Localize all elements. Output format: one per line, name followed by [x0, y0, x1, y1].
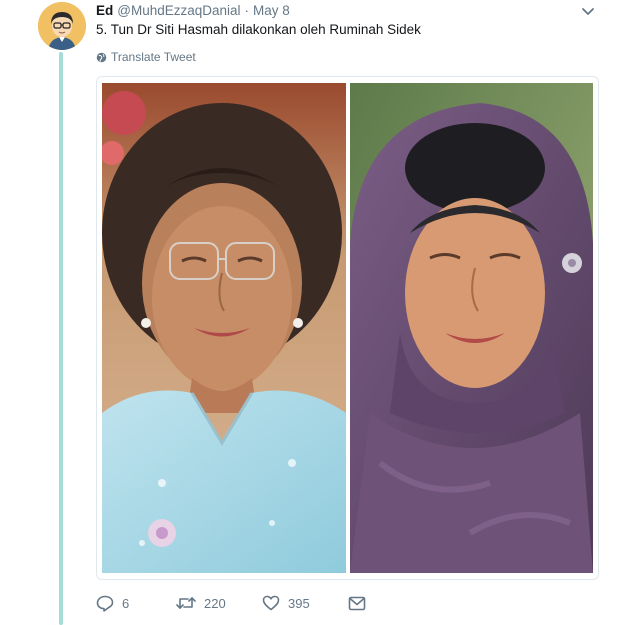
tweet-header: Ed @MuhdEzzaqDanial · May 8: [96, 2, 290, 20]
tweet-text: 5. Tun Dr Siti Hasmah dilakonkan oleh Ru…: [96, 22, 421, 37]
reply-count: 6: [122, 595, 130, 611]
direct-message-button[interactable]: [348, 596, 378, 611]
chevron-down-icon[interactable]: [580, 3, 596, 19]
like-button[interactable]: 395: [262, 595, 348, 611]
author-name[interactable]: Ed: [96, 3, 113, 18]
thread-line: [59, 52, 63, 625]
heart-icon: [262, 595, 280, 611]
brooch: [148, 519, 176, 547]
translate-label: Translate Tweet: [111, 50, 196, 64]
reply-icon: [96, 595, 114, 612]
retweet-count: 220: [204, 595, 226, 611]
author-handle[interactable]: @MuhdEzzaqDanial: [117, 3, 240, 18]
reply-button[interactable]: 6: [96, 595, 176, 612]
retweet-icon: [176, 597, 196, 609]
photo-right[interactable]: [350, 83, 593, 573]
avatar[interactable]: [38, 2, 86, 50]
hijab-pin: [562, 253, 582, 273]
envelope-icon: [348, 596, 366, 610]
tweet-date[interactable]: May 8: [253, 3, 290, 18]
avatar-illustration: [38, 2, 86, 50]
globe-icon: [96, 52, 107, 62]
photo-left[interactable]: [102, 83, 346, 573]
translate-tweet-link[interactable]: Translate Tweet: [96, 49, 196, 65]
retweet-button[interactable]: 220: [176, 595, 262, 611]
media-container: [96, 76, 599, 580]
photo-right-image: [350, 83, 593, 573]
header-separator: ·: [244, 3, 250, 18]
like-count: 395: [288, 595, 310, 611]
tweet-actions: 6 220 395: [96, 592, 378, 614]
photo-left-image: [102, 83, 346, 573]
